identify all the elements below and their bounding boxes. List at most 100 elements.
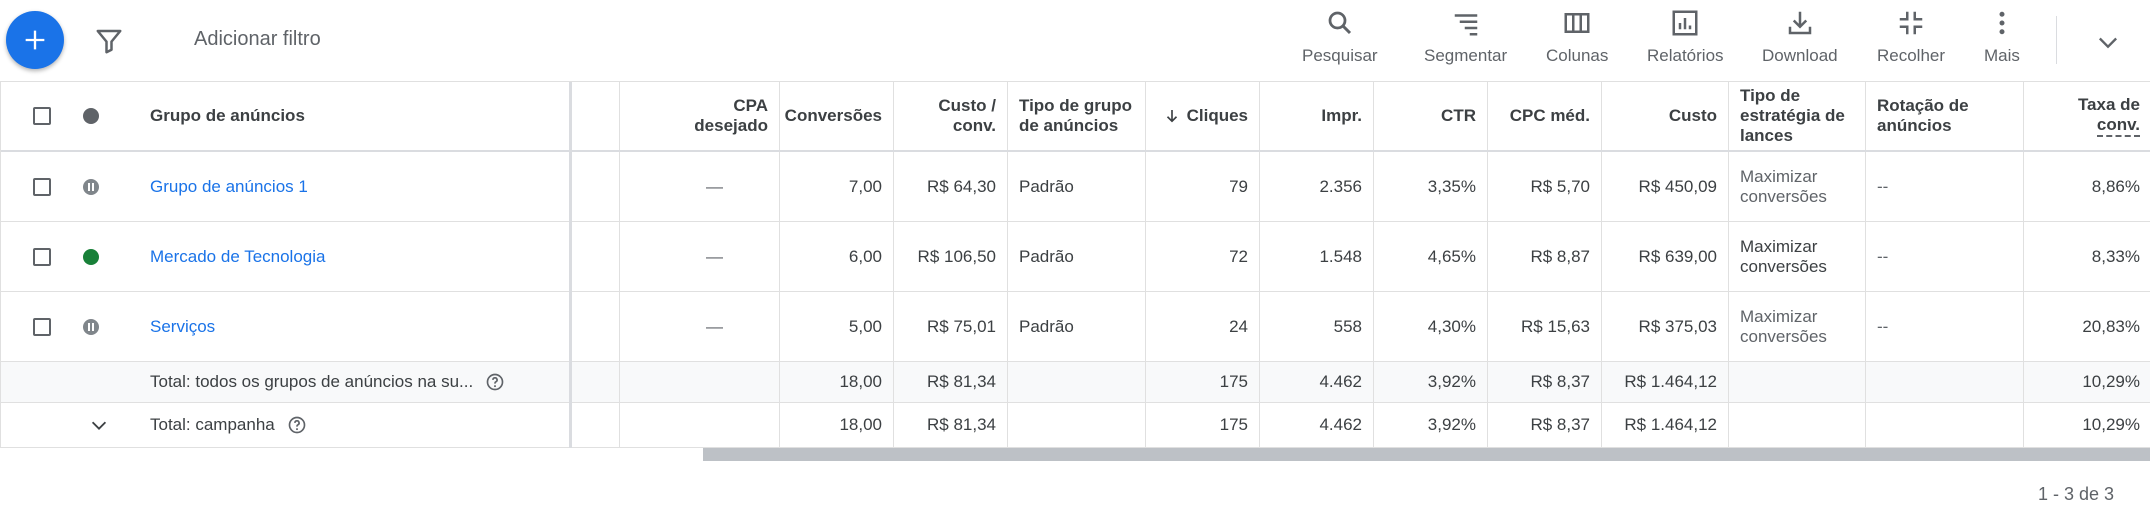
header-target-cpa[interactable]: CPA desejado	[619, 82, 779, 150]
header-rotation[interactable]: Rotação de anúncios	[1865, 82, 2023, 150]
expand-toolbar-button[interactable]	[2090, 24, 2126, 60]
cell-impr: 558	[1259, 292, 1373, 361]
add-filter-link[interactable]: Adicionar filtro	[194, 28, 321, 51]
cell-bid-line1: Maximizar	[1740, 236, 1818, 256]
total-row-all-groups: Total: todos os grupos de anúncios na su…	[1, 362, 2150, 403]
chevron-down-icon	[2099, 37, 2117, 49]
cell-conv-rate: 8,33%	[2023, 222, 2150, 291]
cell-conv-rate: 10,29%	[2023, 403, 2150, 447]
header-avg-cpc[interactable]: CPC méd.	[1487, 82, 1601, 150]
table-toolbar: Adicionar filtro Pesquisar Segmentar Col…	[0, 0, 2150, 82]
total-row-campaign: Total: campanha 18,00 R$ 81,34 175 4.462…	[1, 403, 2150, 448]
segment-tool-label: Segmentar	[1424, 46, 1508, 65]
columns-tool[interactable]: Colunas	[1546, 8, 1608, 74]
header-impr[interactable]: Impr.	[1259, 82, 1373, 150]
cell-group-type: Padrão	[1007, 292, 1145, 361]
header-rotation-line1: Rotação de	[1877, 96, 1969, 115]
help-icon[interactable]	[485, 372, 505, 392]
header-cost-conv[interactable]: Custo / conv.	[893, 82, 1007, 150]
row-checkbox[interactable]	[33, 177, 51, 196]
cell-bid-strategy	[1728, 403, 1865, 447]
header-bid-strategy[interactable]: Tipo de estratégia de lances	[1728, 82, 1865, 150]
header-group-type[interactable]: Tipo de grupo de anúncios	[1007, 82, 1145, 150]
collapse-tool[interactable]: Recolher	[1877, 8, 1945, 74]
help-icon[interactable]	[287, 415, 307, 435]
cell-cost: R$ 375,03	[1601, 292, 1728, 361]
add-button[interactable]	[6, 11, 64, 69]
cell-ctr: 3,92%	[1373, 403, 1487, 447]
cell-impr: 2.356	[1259, 152, 1373, 221]
row-checkbox[interactable]	[33, 317, 51, 336]
header-ctr[interactable]: CTR	[1373, 82, 1487, 150]
paused-status-icon	[83, 178, 99, 195]
download-tool[interactable]: Download	[1762, 8, 1838, 74]
reports-icon	[1672, 10, 1698, 36]
ad-group-link[interactable]: Grupo de anúncios 1	[139, 152, 569, 221]
ad-group-link[interactable]: Serviços	[139, 292, 569, 361]
pagination-info: 1 - 3 de 3	[2037, 484, 2114, 504]
download-tool-label: Download	[1762, 46, 1838, 65]
header-bid-strategy-line3: lances	[1740, 126, 1793, 145]
cell-conversions: 18,00	[779, 362, 893, 402]
row-spacer	[572, 362, 619, 402]
header-conversions[interactable]: Conversões	[779, 82, 893, 150]
cell-group-type	[1007, 403, 1145, 447]
expand-total-button[interactable]	[77, 403, 121, 447]
paused-status-icon	[83, 318, 99, 335]
search-tool[interactable]: Pesquisar	[1302, 8, 1378, 74]
more-tool[interactable]: Mais	[1984, 8, 2020, 74]
ad-group-link[interactable]: Mercado de Tecnologia	[139, 222, 569, 291]
cell-ctr: 4,65%	[1373, 222, 1487, 291]
select-all-checkbox[interactable]	[33, 107, 51, 125]
cell-impr: 4.462	[1259, 362, 1373, 402]
header-clicks[interactable]: Cliques	[1145, 82, 1259, 150]
cell-cost-conv: R$ 81,34	[893, 403, 1007, 447]
cell-ctr: 3,92%	[1373, 362, 1487, 402]
cell-rotation	[1865, 362, 2023, 402]
cell-cost-conv: R$ 75,01	[893, 292, 1007, 361]
header-cost[interactable]: Custo	[1601, 82, 1728, 150]
row-status-cell[interactable]	[71, 222, 111, 291]
arrow-down-icon	[1166, 110, 1177, 123]
row-spacer	[572, 403, 619, 447]
reports-tool-label: Relatórios	[1647, 46, 1724, 65]
cell-bid-strategy: Maximizar conversões	[1728, 292, 1865, 361]
row-status-cell[interactable]	[71, 292, 111, 361]
search-icon	[1328, 11, 1351, 35]
enabled-status-icon	[83, 248, 99, 265]
cell-rotation: --	[1865, 152, 2023, 221]
cell-avg-cpc: R$ 8,87	[1487, 222, 1601, 291]
horizontal-scrollbar[interactable]	[703, 448, 2150, 461]
cell-group-type: Padrão	[1007, 222, 1145, 291]
filter-icon[interactable]	[94, 26, 124, 56]
cell-bid-strategy: Maximizar conversões	[1728, 152, 1865, 221]
cell-target-cpa	[619, 362, 779, 402]
header-conv-rate[interactable]: Taxa de conv.	[2023, 82, 2150, 150]
header-conv-rate-line1: Taxa de	[2077, 95, 2140, 114]
cell-rotation: --	[1865, 222, 2023, 291]
row-spacer	[572, 222, 619, 291]
segment-tool[interactable]: Segmentar	[1424, 8, 1507, 74]
cell-conv-rate: 20,83%	[2023, 292, 2150, 361]
cell-avg-cpc: R$ 15,63	[1487, 292, 1601, 361]
row-status-cell[interactable]	[71, 152, 111, 221]
header-spacer	[572, 82, 619, 150]
collapse-icon	[1899, 11, 1923, 35]
row-spacer	[572, 292, 619, 361]
status-header[interactable]	[71, 82, 111, 150]
cell-group-type	[1007, 362, 1145, 402]
cell-conversions: 5,00	[779, 292, 893, 361]
header-cost-conv-line2: conv.	[952, 116, 996, 135]
reports-tool[interactable]: Relatórios	[1647, 8, 1724, 74]
table-row: Mercado de Tecnologia — 6,00 R$ 106,50 P…	[1, 222, 2150, 292]
header-ad-group[interactable]: Grupo de anúncios	[139, 82, 569, 150]
cell-conv-rate: 10,29%	[2023, 362, 2150, 402]
frozen-column-divider[interactable]	[569, 82, 572, 448]
cell-cost: R$ 1.464,12	[1601, 403, 1728, 447]
cell-bid-line2: conversões	[1740, 186, 1827, 206]
cell-rotation: --	[1865, 292, 2023, 361]
header-clicks-label: Cliques	[1186, 106, 1248, 125]
cell-conversions: 18,00	[779, 403, 893, 447]
header-group-type-line2: de anúncios	[1019, 116, 1119, 135]
row-checkbox[interactable]	[33, 247, 51, 266]
